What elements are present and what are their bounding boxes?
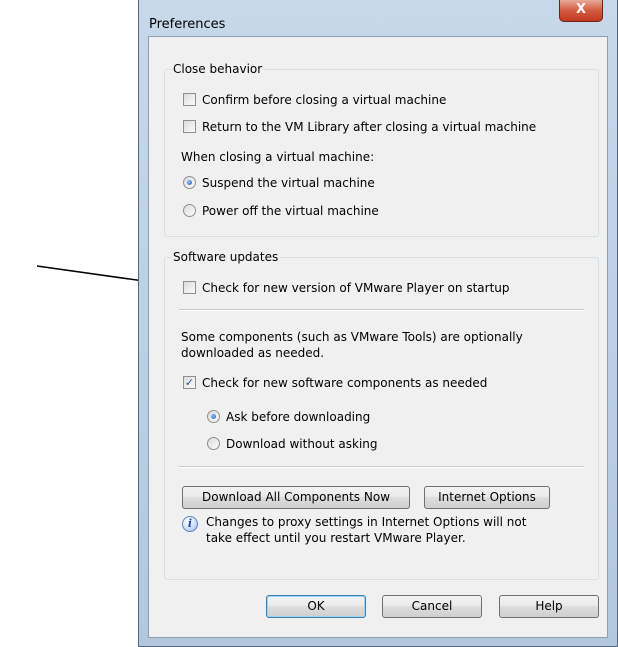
group-title-software-updates: Software updates [171, 249, 281, 265]
internet-options-button[interactable]: Internet Options [424, 486, 550, 509]
power-off-label[interactable]: Power off the virtual machine [202, 203, 379, 219]
close-button[interactable]: X [559, 0, 603, 22]
check-new-version-checkbox[interactable] [183, 281, 196, 294]
info-icon: i [182, 516, 198, 532]
when-closing-label: When closing a virtual machine: [181, 150, 375, 164]
confirm-close-label[interactable]: Confirm before closing a virtual machine [202, 92, 446, 108]
return-library-label[interactable]: Return to the VM Library after closing a… [202, 119, 536, 135]
preferences-dialog: Preferences X Close behavior Confirm bef… [138, 0, 618, 647]
return-library-checkbox[interactable] [183, 120, 196, 133]
download-without-asking-label[interactable]: Download without asking [226, 436, 378, 452]
ask-before-download-label[interactable]: Ask before downloading [226, 409, 370, 425]
proxy-info-line1: Changes to proxy settings in Internet Op… [206, 515, 527, 529]
components-note-line1: Some components (such as VMware Tools) a… [181, 330, 523, 344]
checkmark-icon: ✓ [184, 376, 195, 389]
power-off-radio[interactable] [183, 204, 196, 217]
ask-before-download-radio[interactable] [207, 410, 220, 423]
download-all-components-button[interactable]: Download All Components Now [182, 486, 410, 509]
separator [179, 309, 584, 311]
cancel-button[interactable]: Cancel [382, 595, 482, 618]
confirm-close-checkbox[interactable] [183, 93, 196, 106]
check-components-checkbox[interactable]: ✓ [183, 376, 196, 389]
proxy-info-line2: take effect until you restart VMware Pla… [206, 531, 466, 545]
check-new-version-label[interactable]: Check for new version of VMware Player o… [202, 280, 510, 296]
download-without-asking-radio[interactable] [207, 437, 220, 450]
group-title-close-behavior: Close behavior [171, 61, 265, 77]
ok-button[interactable]: OK [266, 595, 366, 618]
radio-selected-dot [211, 414, 216, 419]
components-note-line2: downloaded as needed. [181, 346, 325, 360]
window-title: Preferences [149, 17, 226, 32]
separator [179, 466, 584, 468]
radio-selected-dot [187, 180, 192, 185]
help-button[interactable]: Help [499, 595, 599, 618]
dialog-body: Close behavior Confirm before closing a … [148, 36, 608, 638]
suspend-label[interactable]: Suspend the virtual machine [202, 175, 375, 191]
title-bar: Preferences X [139, 0, 617, 34]
close-icon: X [575, 2, 587, 17]
suspend-radio[interactable] [183, 176, 196, 189]
check-components-label[interactable]: Check for new software components as nee… [202, 375, 487, 391]
